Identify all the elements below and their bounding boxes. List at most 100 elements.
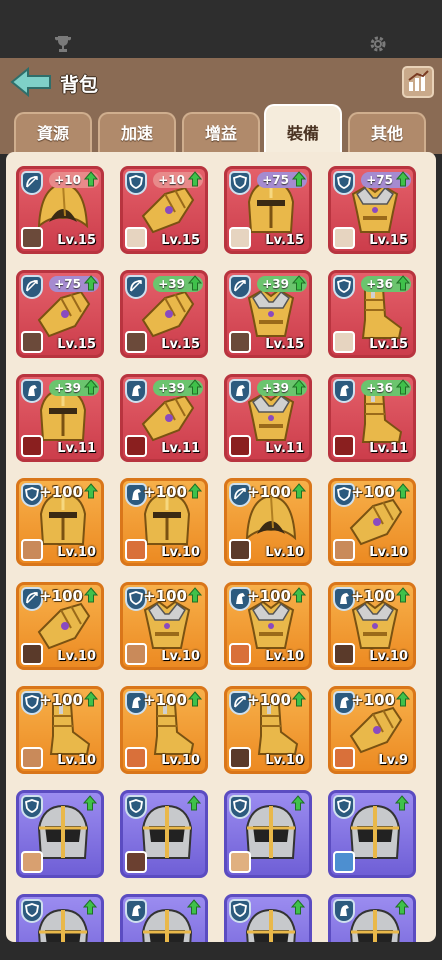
hero-avatar <box>125 851 147 873</box>
bonus-value: +100 <box>39 483 83 501</box>
equipment-card[interactable]: +39 Lv.15 <box>224 270 312 358</box>
hero-avatar <box>333 747 355 769</box>
equipment-card[interactable] <box>328 790 416 878</box>
equipment-card[interactable]: +10 Lv.15 <box>120 166 208 254</box>
stats-button[interactable] <box>402 66 434 98</box>
equipment-card[interactable]: +36 Lv.11 <box>328 374 416 462</box>
upgrade-arrow-icon <box>84 587 98 603</box>
bow-class-icon <box>26 176 38 188</box>
bonus-value: +36 <box>366 277 393 291</box>
tab-boosts[interactable]: 增益 <box>182 112 260 156</box>
bow-class-icon <box>234 280 246 292</box>
equipment-card[interactable] <box>328 894 416 942</box>
equipment-card[interactable]: +75 Lv.15 <box>328 166 416 254</box>
tab-equipment[interactable]: 裝備 <box>264 104 342 156</box>
shield-class-icon <box>25 799 39 813</box>
equipment-card[interactable]: +36 Lv.15 <box>328 270 416 358</box>
gear-icon[interactable] <box>368 34 388 54</box>
inventory-panel: +10 Lv.15 +10 Lv.15 +75 Lv.15 +75 Lv.15 +75 Lv.15… <box>6 152 436 942</box>
equipment-card[interactable]: +100 Lv.10 <box>16 686 104 774</box>
class-badge <box>229 379 251 403</box>
equipment-card[interactable] <box>120 790 208 878</box>
bonus-value: +10 <box>158 173 185 187</box>
item-level: Lv.10 <box>369 649 408 664</box>
back-arrow-icon[interactable] <box>10 66 54 98</box>
upgrade-arrow-icon <box>84 691 98 707</box>
equipment-card[interactable]: +39 Lv.15 <box>120 270 208 358</box>
tab-resources[interactable]: 資源 <box>14 112 92 156</box>
shield-class-icon <box>233 799 247 813</box>
equipment-card[interactable] <box>224 790 312 878</box>
equipment-card[interactable]: +100 Lv.10 <box>16 582 104 670</box>
tab-other[interactable]: 其他 <box>348 112 426 156</box>
upgrade-arrow-icon <box>83 899 97 915</box>
item-level: Lv.10 <box>57 753 96 768</box>
horse-class-icon <box>132 905 141 916</box>
upgrade-arrow-icon <box>396 171 410 187</box>
bow-class-icon <box>130 280 142 292</box>
upgrade-arrow-icon <box>396 587 410 603</box>
equipment-card[interactable]: +39 Lv.11 <box>16 374 104 462</box>
upgrade-arrow-icon <box>84 171 98 187</box>
upgrade-arrow-icon <box>187 795 201 811</box>
bonus-value: +75 <box>262 173 289 187</box>
item-level: Lv.10 <box>265 649 304 664</box>
equipment-card[interactable]: +39 Lv.11 <box>224 374 312 462</box>
bonus-value: +10 <box>54 173 81 187</box>
status-bar <box>0 0 442 58</box>
equipment-card[interactable]: +75 Lv.15 <box>224 166 312 254</box>
equipment-card[interactable] <box>120 894 208 942</box>
upgrade-arrow-icon <box>83 795 97 811</box>
equipment-card[interactable] <box>224 894 312 942</box>
equipment-card[interactable]: +39 Lv.11 <box>120 374 208 462</box>
tab-bar: 資源 加速 增益 裝備 其他 <box>0 104 442 156</box>
equipment-card[interactable]: +100 Lv.10 <box>120 478 208 566</box>
bonus-badge: +39 <box>153 275 203 292</box>
equipment-card[interactable]: +100 Lv.10 <box>120 686 208 774</box>
hero-avatar <box>125 435 147 457</box>
equipment-card[interactable]: +100 Lv.9 <box>328 686 416 774</box>
tab-speedups[interactable]: 加速 <box>98 112 176 156</box>
upgrade-arrow-icon <box>188 171 202 187</box>
hero-avatar <box>333 331 355 353</box>
hero-avatar <box>21 539 43 561</box>
class-badge <box>21 171 43 195</box>
bonus-value: +39 <box>262 277 289 291</box>
equipment-card[interactable]: +100 Lv.10 <box>224 686 312 774</box>
hero-avatar <box>21 227 43 249</box>
upgrade-arrow-icon <box>188 379 202 395</box>
item-level: Lv.9 <box>378 753 408 768</box>
upgrade-arrow-icon <box>188 587 202 603</box>
class-badge <box>125 171 147 195</box>
trophy-icon[interactable] <box>53 34 73 54</box>
bonus-badge: +36 <box>361 275 411 292</box>
hero-avatar <box>229 539 251 561</box>
hero-avatar <box>125 227 147 249</box>
equipment-card[interactable]: +100 Lv.10 <box>224 478 312 566</box>
item-level: Lv.15 <box>369 233 408 248</box>
hero-avatar <box>125 747 147 769</box>
hero-avatar <box>229 851 251 873</box>
equipment-card[interactable]: +100 Lv.10 <box>328 582 416 670</box>
item-level: Lv.15 <box>265 233 304 248</box>
bottom-bar <box>0 942 442 960</box>
class-badge <box>125 899 147 923</box>
equipment-card[interactable]: +75 Lv.15 <box>16 270 104 358</box>
equipment-card[interactable]: +100 Lv.10 <box>120 582 208 670</box>
item-level: Lv.15 <box>57 337 96 352</box>
equipment-card[interactable] <box>16 894 104 942</box>
bonus-badge: +10 <box>153 171 203 188</box>
class-badge <box>21 275 43 299</box>
hero-avatar <box>125 539 147 561</box>
bonus-badge: +75 <box>49 275 99 292</box>
bonus-value: +39 <box>54 381 81 395</box>
hero-avatar <box>333 851 355 873</box>
bonus-badge: +100 <box>346 691 411 708</box>
equipment-card[interactable]: +100 Lv.10 <box>224 582 312 670</box>
equipment-card[interactable]: +10 Lv.15 <box>16 166 104 254</box>
class-badge <box>125 795 147 819</box>
equipment-card[interactable]: +100 Lv.10 <box>16 478 104 566</box>
bonus-value: +100 <box>351 483 395 501</box>
equipment-card[interactable]: +100 Lv.10 <box>328 478 416 566</box>
equipment-card[interactable] <box>16 790 104 878</box>
